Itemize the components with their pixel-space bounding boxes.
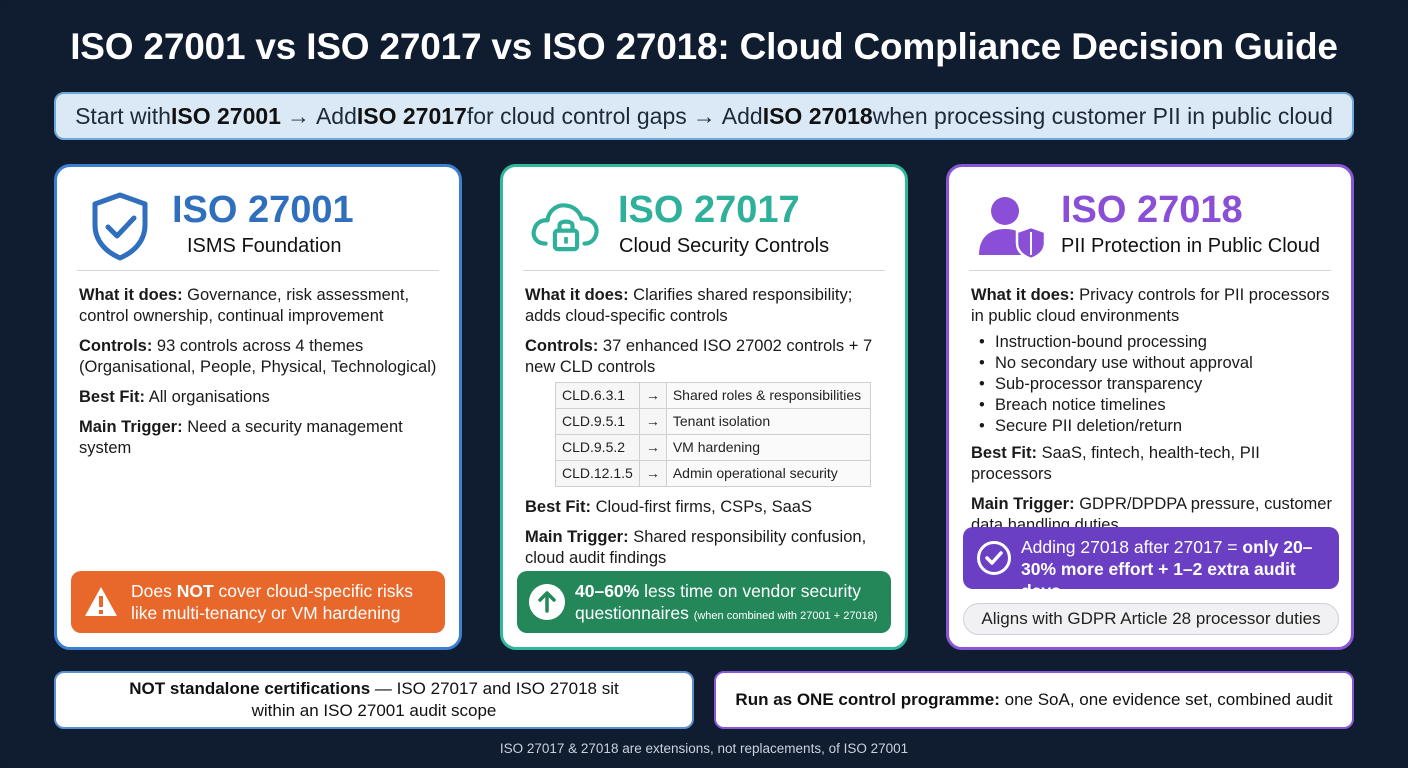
shield-check-icon xyxy=(92,192,148,261)
fit-text: Cloud-first firms, CSPs, SaaS xyxy=(595,498,812,516)
pathway-banner: Start with ISO 27001 → Add ISO 27017 for c… xyxy=(54,92,1354,140)
user-shield-icon xyxy=(979,197,1047,261)
card-header: ISO 27018 PII Protection in Public Cloud xyxy=(969,185,1331,271)
warning-icon xyxy=(85,587,117,616)
table-cell-desc: Tenant isolation xyxy=(665,408,871,435)
controls-label: Controls: xyxy=(525,337,599,355)
arrow-icon: → xyxy=(638,434,667,461)
footer-bold: Run as ONE control programme: xyxy=(735,690,1000,709)
list-item: No secondary use without approval xyxy=(971,353,1333,374)
banner-text-3: when processing customer PII in public c… xyxy=(872,102,1333,129)
callout-bold: 40–60% xyxy=(575,581,640,601)
card-body: What it does: Privacy controls for PII p… xyxy=(971,285,1333,545)
warning-callout: Does NOT cover cloud-specific risks like… xyxy=(71,571,445,633)
check-circle-icon xyxy=(977,541,1011,575)
arrow-icon: → xyxy=(286,102,310,129)
table-cell-desc: VM hardening xyxy=(665,434,871,461)
table-row: CLD.12.1.5 → Admin operational security xyxy=(555,460,871,487)
card-iso27018: ISO 27018 PII Protection in Public Cloud… xyxy=(946,164,1354,650)
arrow-icon: → xyxy=(638,382,667,409)
controls-label: Controls: xyxy=(79,337,153,355)
table-cell-code: CLD.9.5.2 xyxy=(555,434,640,461)
card-iso27001: ISO 27001 ISMS Foundation What it does: … xyxy=(54,164,462,650)
banner-add-1: Add xyxy=(315,102,357,129)
effort-callout: Adding 27018 after 27017 = only 20–30% m… xyxy=(963,527,1339,601)
card-subtitle: ISMS Foundation xyxy=(187,235,342,257)
table-cell-desc: Shared roles & responsibilities xyxy=(665,382,871,409)
table-row: CLD.9.5.2 → VM hardening xyxy=(555,434,871,461)
list-item: Sub-processor transparency xyxy=(971,374,1333,395)
arrow-icon: → xyxy=(692,102,716,129)
list-item: Secure PII deletion/return xyxy=(971,416,1333,437)
fit-label: Best Fit: xyxy=(971,444,1037,462)
footer-note-left: NOT standalone certifications — ISO 2701… xyxy=(54,671,694,729)
footer-bold: NOT standalone certifications xyxy=(129,679,371,698)
card-subtitle: Cloud Security Controls xyxy=(619,235,830,257)
privacy-controls-list: Instruction-bound processing No secondar… xyxy=(971,332,1333,437)
list-item: Breach notice timelines xyxy=(971,395,1333,416)
table-row: CLD.6.3.1 → Shared roles & responsibilitie… xyxy=(555,382,871,409)
arrow-icon: → xyxy=(638,460,667,487)
what-label: What it does: xyxy=(525,286,629,304)
card-iso27017: ISO 27017 Cloud Security Controls What i… xyxy=(500,164,908,650)
bottom-note: ISO 27017 & 27018 are extensions, not re… xyxy=(499,741,909,756)
cloud-lock-icon xyxy=(531,203,599,252)
table-cell-code: CLD.12.1.5 xyxy=(555,460,640,487)
table-cell-code: CLD.9.5.1 xyxy=(555,408,640,435)
card-title: ISO 27018 xyxy=(1061,189,1243,231)
table-row: CLD.9.5.1 → Tenant isolation xyxy=(555,408,871,435)
what-label: What it does: xyxy=(79,286,183,304)
card-subtitle: PII Protection in Public Cloud xyxy=(1061,235,1321,257)
card-header: ISO 27017 Cloud Security Controls xyxy=(523,185,885,271)
callout-bold: NOT xyxy=(176,581,214,601)
banner-text-2: for cloud control gaps xyxy=(466,102,687,129)
banner-text-1: Start with xyxy=(75,102,171,129)
arrow-icon: → xyxy=(638,408,667,435)
benefit-callout: 40–60% less time on vendor security ques… xyxy=(517,571,891,633)
arrow-up-icon xyxy=(529,584,565,620)
card-body: What it does: Clarifies shared responsib… xyxy=(525,285,887,578)
banner-iso27018: ISO 27018 xyxy=(762,102,873,129)
callout-text: Does xyxy=(131,581,177,601)
trigger-label: Main Trigger: xyxy=(79,418,183,436)
cld-controls-table: CLD.6.3.1 → Shared roles & responsibilitie… xyxy=(555,382,871,487)
card-body: What it does: Governance, risk assessmen… xyxy=(79,285,441,468)
banner-iso27001: ISO 27001 xyxy=(170,102,281,129)
trigger-label: Main Trigger: xyxy=(525,528,629,546)
page-title: ISO 27001 vs ISO 27017 vs ISO 27018: Clo… xyxy=(70,26,1338,67)
card-header: ISO 27001 ISMS Foundation xyxy=(77,185,439,271)
fit-text: All organisations xyxy=(148,388,270,406)
table-cell-desc: Admin operational security xyxy=(665,460,871,487)
card-title: ISO 27001 xyxy=(172,189,354,231)
footer-note-right: Run as ONE control programme: one SoA, o… xyxy=(714,671,1354,729)
banner-add-2: Add xyxy=(721,102,763,129)
table-cell-code: CLD.6.3.1 xyxy=(555,382,640,409)
banner-iso27017: ISO 27017 xyxy=(356,102,467,129)
card-title: ISO 27017 xyxy=(618,189,800,231)
callout-text: Adding 27018 after 27017 = xyxy=(1021,537,1243,557)
fit-label: Best Fit: xyxy=(525,498,591,516)
trigger-label: Main Trigger: xyxy=(971,495,1075,513)
footer-text: one SoA, one evidence set, combined audi… xyxy=(999,690,1333,709)
callout-footnote: (when combined with 27001 + 27018) xyxy=(693,610,878,622)
fit-label: Best Fit: xyxy=(79,388,145,406)
what-label: What it does: xyxy=(971,286,1075,304)
list-item: Instruction-bound processing xyxy=(971,332,1333,353)
gdpr-alignment-badge: Aligns with GDPR Article 28 processor du… xyxy=(963,603,1339,635)
